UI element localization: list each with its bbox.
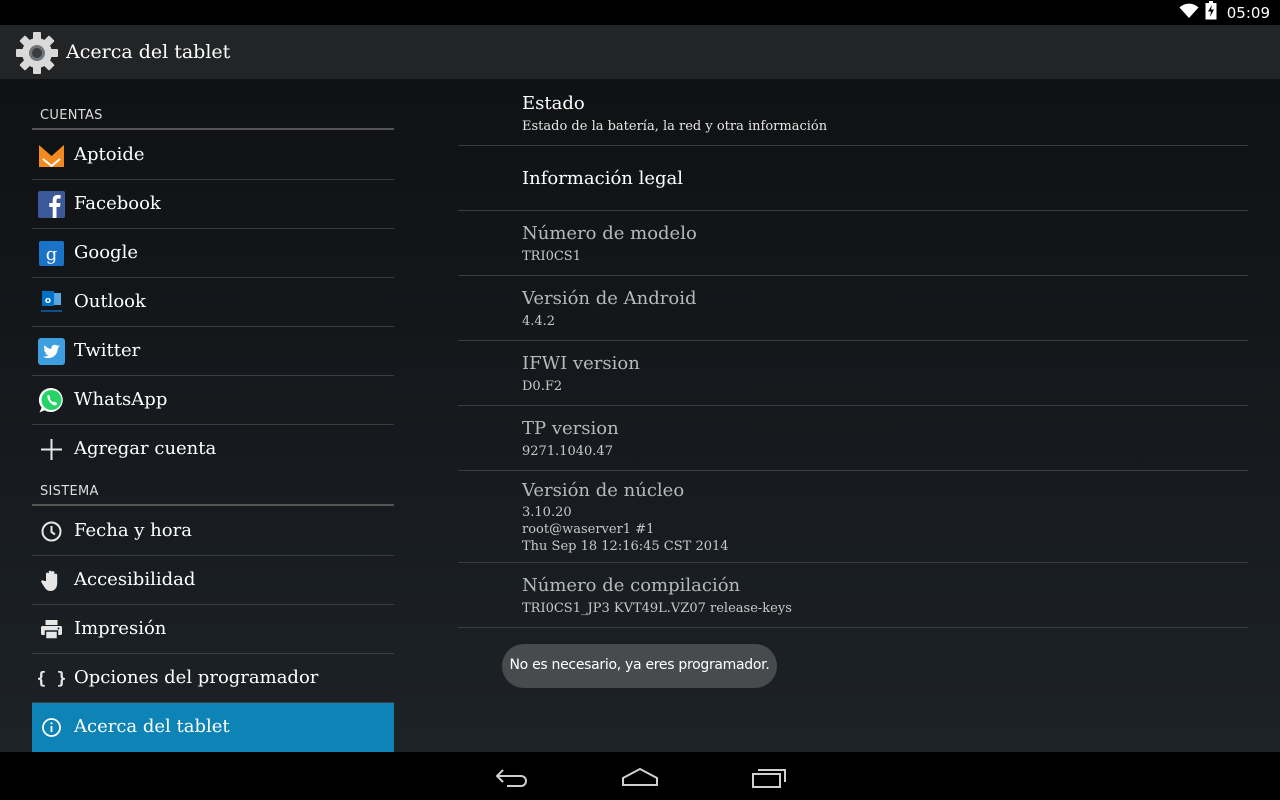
row-value-line-1: 3.10.20	[522, 505, 572, 520]
sidebar-item-date-time[interactable]: Fecha y hora	[32, 507, 394, 556]
printer-icon	[38, 616, 65, 643]
row-title: Versión de núcleo	[522, 480, 685, 501]
sidebar-item-whatsapp[interactable]: WhatsApp	[32, 376, 394, 425]
row-value: 9271.1040.47	[522, 444, 613, 459]
outlook-icon: o	[38, 289, 65, 316]
status-icons: 05:09	[1179, 1, 1270, 24]
wifi-icon	[1179, 3, 1199, 23]
back-icon[interactable]	[492, 762, 532, 792]
plus-icon	[38, 436, 65, 463]
home-icon[interactable]	[620, 762, 660, 792]
row-tp-version: TP version 9271.1040.47	[458, 406, 1248, 471]
battery-charging-icon	[1205, 1, 1217, 24]
clock-icon	[38, 518, 65, 545]
sidebar-item-label: Opciones del programador	[74, 667, 319, 688]
sidebar-item-printing[interactable]: Impresión	[32, 605, 394, 654]
row-title: TP version	[522, 418, 619, 439]
sidebar-item-label: Agregar cuenta	[74, 438, 217, 459]
sidebar-item-label: Fecha y hora	[74, 520, 192, 541]
action-bar: Acerca del tablet	[0, 25, 1280, 80]
toast-message: No es necesario, ya eres programador.	[502, 644, 777, 688]
recent-apps-icon[interactable]	[748, 762, 788, 792]
sidebar-item-add-account[interactable]: Agregar cuenta	[32, 425, 394, 474]
info-icon	[38, 714, 65, 741]
svg-text:g: g	[46, 244, 58, 265]
row-kernel-version: Versión de núcleo 3.10.20 root@waserver1…	[458, 471, 1248, 563]
twitter-icon	[38, 338, 65, 365]
row-title: Información legal	[522, 168, 684, 189]
row-value-line-3: Thu Sep 18 12:16:45 CST 2014	[522, 539, 729, 554]
toast-text: No es necesario, ya eres programador.	[509, 657, 770, 673]
row-status[interactable]: Estado Estado de la batería, la red y ot…	[458, 80, 1248, 146]
sidebar-item-label: WhatsApp	[74, 389, 168, 410]
sidebar-item-label: Google	[74, 242, 138, 263]
settings-gear-icon[interactable]	[14, 30, 60, 76]
status-time: 05:09	[1226, 3, 1270, 22]
row-value: 4.4.2	[522, 314, 556, 329]
whatsapp-icon	[38, 387, 65, 414]
sidebar-item-about-tablet[interactable]: Acerca del tablet	[32, 703, 394, 752]
row-android-version[interactable]: Versión de Android 4.4.2	[458, 276, 1248, 341]
sidebar-item-facebook[interactable]: Facebook	[32, 180, 394, 229]
status-bar: 05:09	[0, 0, 1280, 25]
section-header-cuentas: CUENTAS	[32, 100, 394, 130]
section-header-sistema: SISTEMA	[32, 476, 394, 506]
sidebar-item-label: Outlook	[74, 291, 146, 312]
row-subtitle: Estado de la batería, la red y otra info…	[522, 119, 828, 134]
sidebar-item-label: Impresión	[74, 618, 167, 639]
aptoide-icon	[38, 142, 65, 169]
facebook-icon	[38, 191, 65, 218]
braces-icon: { }	[38, 665, 65, 692]
row-model-number: Número de modelo TRI0CS1	[458, 211, 1248, 276]
row-build-number[interactable]: Número de compilación TRI0CS1_JP3 KVT49L…	[458, 563, 1248, 628]
row-value: TRI0CS1	[522, 249, 581, 264]
sidebar-item-developer-options[interactable]: { } Opciones del programador	[32, 654, 394, 703]
sidebar-item-google[interactable]: g Google	[32, 229, 394, 278]
navigation-bar	[0, 752, 1280, 800]
google-icon: g	[38, 240, 65, 267]
page-title: Acerca del tablet	[66, 41, 231, 63]
row-ifwi-version: IFWI version D0.F2	[458, 341, 1248, 406]
svg-text:o: o	[45, 296, 51, 306]
sidebar-item-label: Twitter	[74, 340, 141, 361]
row-value: D0.F2	[522, 379, 563, 394]
row-value-line-2: root@waserver1 #1	[522, 522, 655, 537]
sidebar-item-label: Facebook	[74, 193, 161, 214]
sidebar-item-outlook[interactable]: o Outlook	[32, 278, 394, 327]
sidebar-item-twitter[interactable]: Twitter	[32, 327, 394, 376]
sidebar-item-label: Acerca del tablet	[74, 716, 230, 737]
sidebar-item-label: Aptoide	[74, 144, 145, 165]
hand-icon	[38, 567, 65, 594]
row-legal-info[interactable]: Información legal	[458, 146, 1248, 211]
settings-sidebar[interactable]: CUENTAS Aptoide Facebook g Google o Outl…	[32, 80, 394, 752]
row-title: IFWI version	[522, 353, 640, 374]
row-title: Número de compilación	[522, 575, 741, 596]
row-value: TRI0CS1_JP3 KVT49L.VZ07 release-keys	[522, 601, 792, 616]
row-title: Número de modelo	[522, 223, 697, 244]
row-title: Estado	[522, 93, 585, 114]
sidebar-item-accessibility[interactable]: Accesibilidad	[32, 556, 394, 605]
sidebar-item-partial[interactable]	[32, 80, 394, 86]
sidebar-item-label: Accesibilidad	[74, 569, 196, 590]
row-title: Versión de Android	[522, 288, 697, 309]
svg-text:{ }: { }	[38, 669, 65, 689]
sidebar-item-aptoide[interactable]: Aptoide	[32, 131, 394, 180]
